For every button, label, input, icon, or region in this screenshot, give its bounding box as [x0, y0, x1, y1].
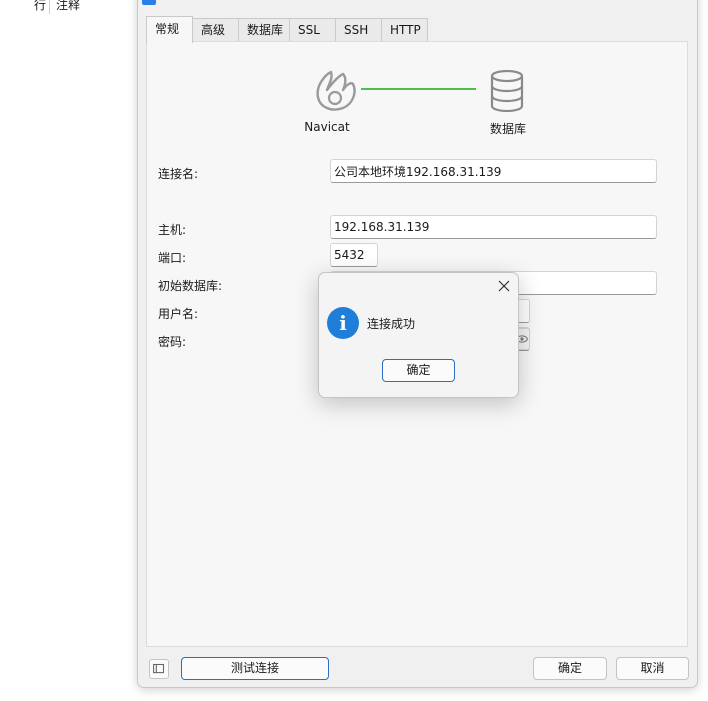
- tab-http[interactable]: HTTP: [381, 18, 428, 42]
- username-label: 用户名:: [158, 307, 199, 321]
- info-icon: i: [327, 307, 359, 339]
- cancel-button[interactable]: 取消: [616, 657, 689, 680]
- close-icon[interactable]: [497, 279, 511, 293]
- connection-diagram: Navicat 数据库: [297, 68, 547, 138]
- column-divider: [49, 0, 50, 14]
- tab-bar: 常规 高级 数据库 SSL SSH HTTP: [146, 16, 428, 43]
- tab-advanced[interactable]: 高级: [192, 18, 239, 42]
- success-message: 连接成功: [367, 317, 416, 331]
- connection-name-label: 连接名:: [158, 167, 199, 181]
- port-label: 端口:: [158, 251, 187, 265]
- database-icon: [490, 70, 524, 112]
- connection-line: [361, 88, 476, 90]
- app-icon: [142, 0, 156, 5]
- tab-databases[interactable]: 数据库: [238, 18, 290, 42]
- column-header-row: 行: [34, 0, 47, 12]
- sidebar-toggle-button[interactable]: [149, 659, 169, 679]
- database-caption: 数据库: [489, 122, 526, 136]
- sidebar-icon: [153, 663, 165, 674]
- password-label: 密码:: [158, 335, 187, 349]
- navicat-icon: [316, 70, 356, 111]
- initial-database-label: 初始数据库:: [158, 279, 223, 293]
- popup-ok-button[interactable]: 确定: [382, 359, 455, 382]
- test-connection-button[interactable]: 测试连接: [181, 657, 329, 680]
- port-field[interactable]: [330, 243, 378, 267]
- navicat-caption: Navicat: [304, 120, 350, 134]
- tab-ssl[interactable]: SSL: [289, 18, 336, 42]
- connection-success-dialog: i 连接成功 确定: [318, 272, 519, 398]
- tab-ssh[interactable]: SSH: [335, 18, 382, 42]
- column-header-comment: 注释: [56, 0, 81, 12]
- connection-name-field[interactable]: [330, 159, 657, 183]
- host-field[interactable]: [330, 215, 657, 239]
- ok-button[interactable]: 确定: [533, 657, 607, 680]
- background-grid-header: 行 注释: [0, 0, 140, 14]
- host-label: 主机:: [158, 223, 187, 237]
- tab-general[interactable]: 常规: [146, 16, 193, 43]
